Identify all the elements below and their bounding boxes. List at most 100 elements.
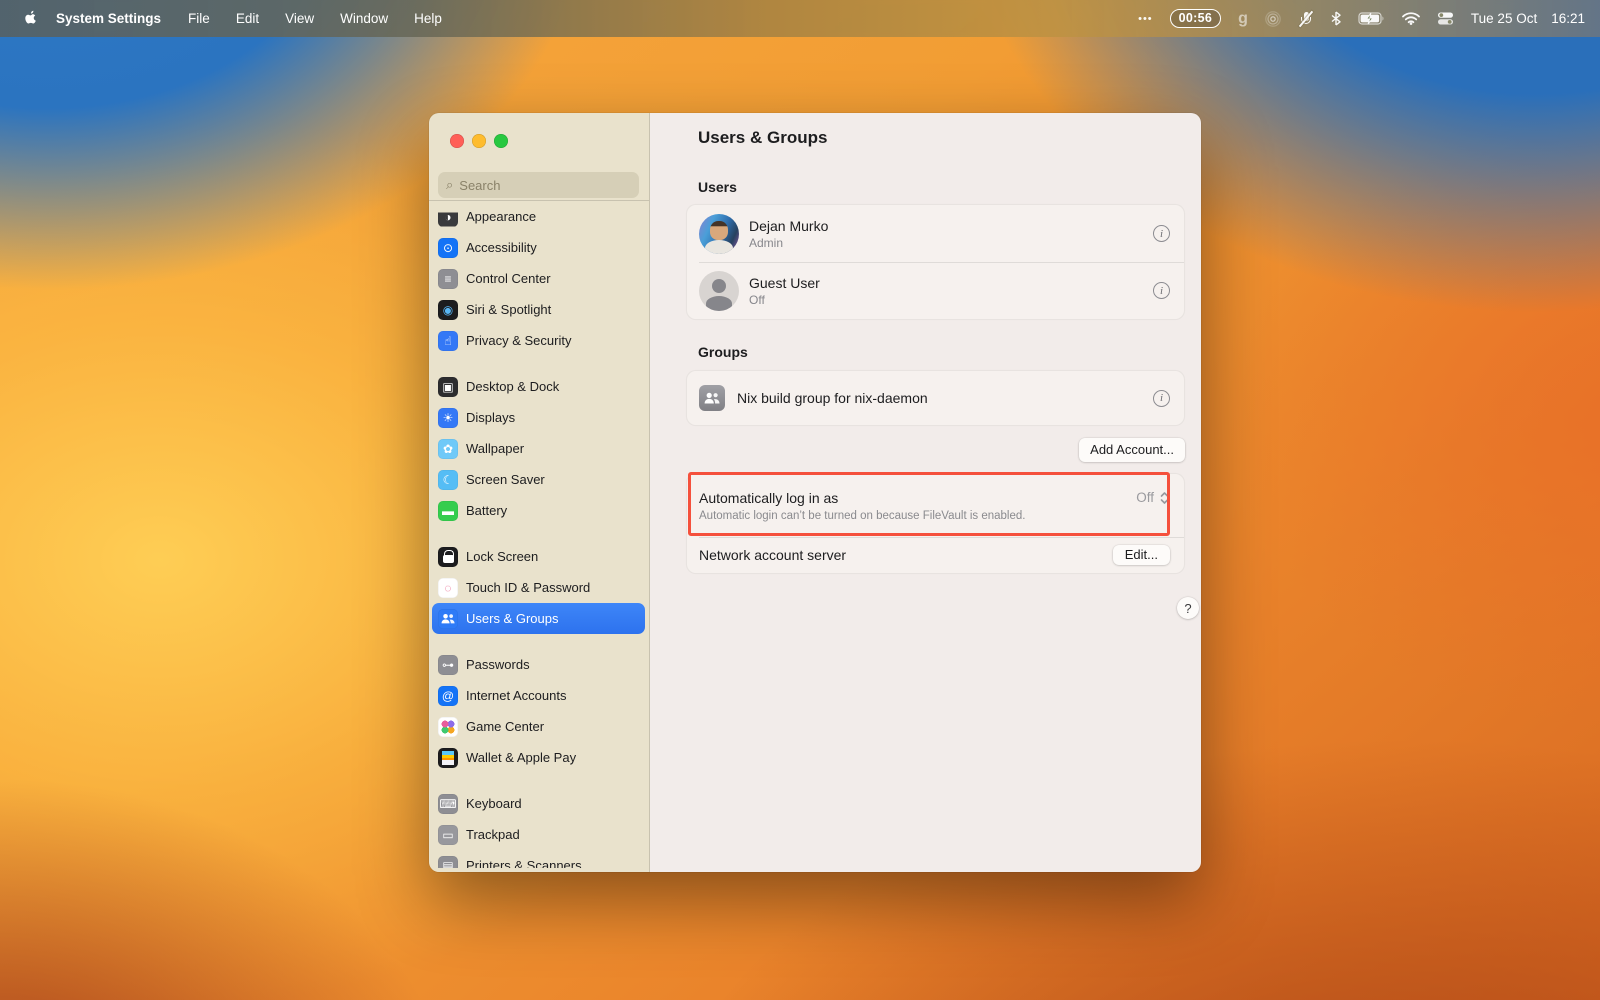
sidebar-item-desktop-dock[interactable]: ▣ Desktop & Dock bbox=[432, 371, 645, 402]
apple-menu[interactable] bbox=[14, 10, 44, 27]
page-title: Users & Groups bbox=[698, 128, 1185, 148]
sidebar-item-label: Game Center bbox=[466, 719, 544, 734]
menu-window[interactable]: Window bbox=[327, 11, 401, 26]
minimize-button[interactable] bbox=[472, 134, 486, 148]
appearance-icon: ◑ bbox=[438, 207, 458, 227]
sidebar-item-label: Screen Saver bbox=[466, 472, 545, 487]
settings-sidebar: ⌕ ◑Appearance⊙Accessibility≡Control Cent… bbox=[429, 113, 650, 872]
sidebar-item-label: Printers & Scanners bbox=[466, 858, 582, 868]
chevron-up-down-icon bbox=[1159, 491, 1170, 505]
menu-file[interactable]: File bbox=[175, 11, 223, 26]
auto-login-value: Off bbox=[1136, 490, 1154, 505]
users-card: Dejan MurkoAdminiGuest UserOffi bbox=[686, 204, 1185, 320]
sidebar-item-label: Touch ID & Password bbox=[466, 580, 590, 595]
lock-screen-icon bbox=[438, 547, 458, 567]
screen-saver-icon: ☾ bbox=[438, 470, 458, 490]
user-row-dejan-murko[interactable]: Dejan MurkoAdmini bbox=[687, 205, 1184, 262]
users-section-header: Users bbox=[698, 179, 1185, 195]
sidebar-item-label: Trackpad bbox=[466, 827, 520, 842]
battery-charging-icon[interactable] bbox=[1358, 12, 1385, 25]
trackpad-icon: ▭ bbox=[438, 825, 458, 845]
keyboard-icon: ⌨ bbox=[438, 794, 458, 814]
menubar-time: 16:21 bbox=[1551, 11, 1585, 26]
close-button[interactable] bbox=[450, 134, 464, 148]
airplay-status-icon[interactable] bbox=[1265, 11, 1281, 27]
sidebar-item-accessibility[interactable]: ⊙Accessibility bbox=[432, 232, 645, 263]
sidebar-item-displays[interactable]: ☀Displays bbox=[432, 402, 645, 433]
groups-card: Nix build group for nix-daemoni bbox=[686, 370, 1185, 426]
desktop-wallpaper: System Settings FileEditViewWindowHelp •… bbox=[0, 0, 1600, 1000]
sidebar-item-wallpaper[interactable]: ✿Wallpaper bbox=[432, 433, 645, 464]
sidebar-item-control-center[interactable]: ≡Control Center bbox=[432, 263, 645, 294]
user-row-guest-user[interactable]: Guest UserOffi bbox=[687, 262, 1184, 319]
sidebar-item-touch-id-password[interactable]: ◌Touch ID & Password bbox=[432, 572, 645, 603]
sidebar-item-label: Keyboard bbox=[466, 796, 522, 811]
sidebar-item-game-center[interactable]: Game Center bbox=[432, 711, 645, 742]
printers-scanners-icon: ▤ bbox=[438, 856, 458, 869]
sidebar-item-keyboard[interactable]: ⌨ Keyboard bbox=[432, 788, 645, 819]
bluetooth-icon[interactable] bbox=[1331, 11, 1341, 26]
wallet-apple-pay-icon bbox=[438, 748, 458, 768]
info-icon[interactable]: i bbox=[1153, 282, 1170, 299]
control-center-icon: ≡ bbox=[438, 269, 458, 289]
avatar bbox=[699, 214, 739, 254]
auto-login-label: Automatically log in as bbox=[699, 490, 838, 506]
control-center-icon[interactable] bbox=[1437, 11, 1454, 26]
sidebar-item-lock-screen[interactable]: Lock Screen bbox=[432, 541, 645, 572]
sidebar-item-internet-accounts[interactable]: @ Internet Accounts bbox=[432, 680, 645, 711]
edit-network-server-button[interactable]: Edit... bbox=[1113, 545, 1170, 565]
desktop-dock-icon: ▣ bbox=[438, 377, 458, 397]
group-row[interactable]: Nix build group for nix-daemoni bbox=[687, 371, 1184, 425]
menu-help[interactable]: Help bbox=[401, 11, 455, 26]
network-server-label: Network account server bbox=[699, 547, 846, 563]
two-people-icon bbox=[441, 613, 455, 625]
avatar bbox=[699, 271, 739, 311]
auto-login-note: Automatic login can’t be turned on becau… bbox=[699, 510, 1170, 522]
sidebar-item-label: Users & Groups bbox=[466, 611, 558, 626]
menubar-clock[interactable]: Tue 25 Oct 16:21 bbox=[1471, 11, 1585, 26]
more-status-icon[interactable]: ••• bbox=[1138, 13, 1153, 25]
displays-icon: ☀ bbox=[438, 408, 458, 428]
sidebar-search[interactable]: ⌕ bbox=[438, 172, 639, 198]
status-app-icon[interactable]: ɡ bbox=[1238, 10, 1248, 28]
search-input[interactable] bbox=[459, 178, 609, 193]
sidebar-item-wallet-apple-pay[interactable]: Wallet & Apple Pay bbox=[432, 742, 645, 773]
menubar-app-name[interactable]: System Settings bbox=[44, 11, 175, 26]
add-account-button[interactable]: Add Account... bbox=[1079, 438, 1185, 462]
sidebar-item-label: Passwords bbox=[466, 657, 530, 672]
sidebar-item-label: Internet Accounts bbox=[466, 688, 566, 703]
info-icon[interactable]: i bbox=[1153, 390, 1170, 407]
sidebar-item-label: Desktop & Dock bbox=[466, 379, 559, 394]
sidebar-item-trackpad[interactable]: ▭ Trackpad bbox=[432, 819, 645, 850]
two-people-icon bbox=[704, 392, 720, 405]
screen-recording-timer[interactable]: 00:56 bbox=[1170, 9, 1221, 28]
user-subtitle: Off bbox=[749, 293, 820, 307]
sidebar-item-privacy-security[interactable]: ☝Privacy & Security bbox=[432, 325, 645, 356]
wifi-icon[interactable] bbox=[1402, 12, 1420, 25]
auto-login-stepper[interactable] bbox=[1159, 491, 1170, 505]
help-button[interactable]: ? bbox=[1177, 597, 1199, 619]
sidebar-item-appearance[interactable]: ◑Appearance bbox=[432, 201, 645, 232]
sidebar-item-passwords[interactable]: ⊶ Passwords bbox=[432, 649, 645, 680]
info-icon[interactable]: i bbox=[1153, 225, 1170, 242]
network-account-server-row: Network account server Edit... bbox=[687, 537, 1184, 573]
system-settings-window: ⌕ ◑Appearance⊙Accessibility≡Control Cent… bbox=[429, 113, 1201, 872]
sidebar-item-battery[interactable]: ▬Battery bbox=[432, 495, 645, 526]
menu-view[interactable]: View bbox=[272, 11, 327, 26]
groups-section-header: Groups bbox=[698, 344, 1185, 360]
internet-accounts-icon: @ bbox=[438, 686, 458, 706]
privacy-security-icon: ☝ bbox=[438, 331, 458, 351]
search-icon: ⌕ bbox=[446, 177, 453, 193]
menu-edit[interactable]: Edit bbox=[223, 11, 272, 26]
microphone-muted-icon[interactable] bbox=[1298, 11, 1314, 27]
zoom-button[interactable] bbox=[494, 134, 508, 148]
sidebar-item-users-groups[interactable]: Users & Groups bbox=[432, 603, 645, 634]
window-controls bbox=[450, 134, 508, 148]
user-name: Dejan Murko bbox=[749, 218, 828, 234]
sidebar-item-label: Lock Screen bbox=[466, 549, 538, 564]
passwords-icon: ⊶ bbox=[438, 655, 458, 675]
sidebar-item-printers-scanners[interactable]: ▤ Printers & Scanners bbox=[432, 850, 645, 868]
sidebar-item-siri-spotlight[interactable]: ◉Siri & Spotlight bbox=[432, 294, 645, 325]
apple-logo-icon bbox=[22, 10, 37, 27]
sidebar-item-screen-saver[interactable]: ☾ Screen Saver bbox=[432, 464, 645, 495]
